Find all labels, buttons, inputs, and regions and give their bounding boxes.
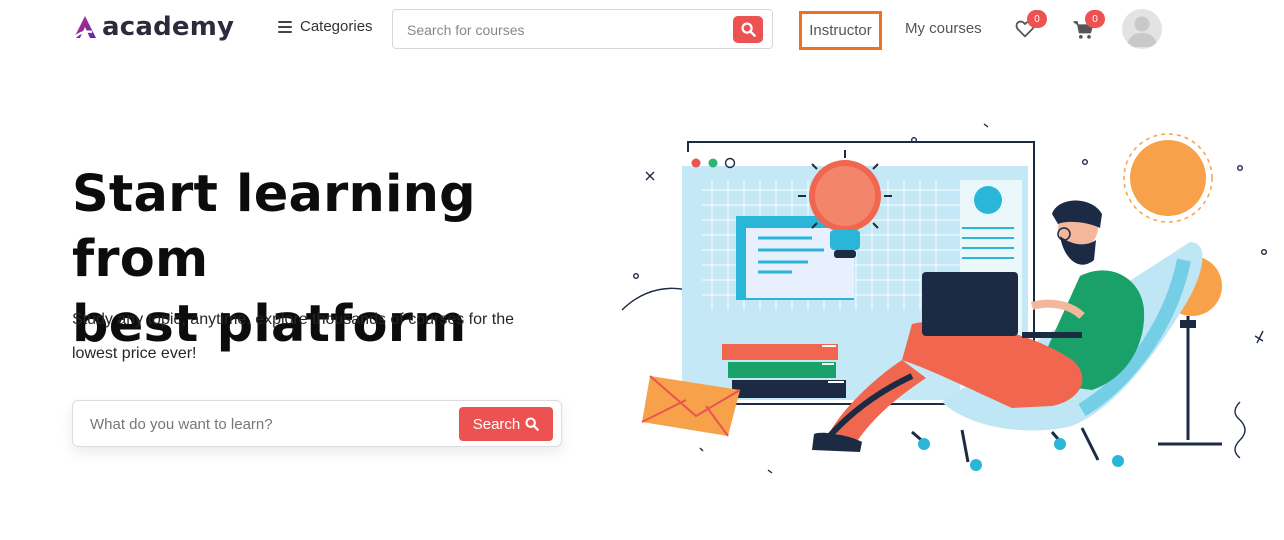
categories-label: Categories [300,18,373,35]
logo-text: academy [102,12,235,42]
wishlist-count-badge: 0 [1027,10,1047,28]
nav-my-courses-link[interactable]: My courses [905,20,982,37]
header-search-button[interactable] [733,16,763,43]
header-search-input[interactable] [407,20,727,40]
avatar-icon [1127,16,1157,47]
hero-subtitle: Study any topic, anytime. explore thousa… [72,311,515,362]
hero-title-line1: Start learning from [72,165,476,289]
logo-icon [73,16,96,39]
search-icon [740,22,756,37]
hero-search-button[interactable]: Search [459,407,553,441]
user-avatar-button[interactable] [1122,9,1162,49]
nav-instructor-link[interactable]: Instructor [799,11,882,50]
top-navbar: academy Categories Instructor My courses… [0,0,1284,60]
cart-count-badge: 0 [1085,10,1105,28]
search-icon [525,417,540,431]
header-search-box [392,9,773,49]
hamburger-icon [278,20,292,33]
hero-search-input[interactable] [90,414,440,434]
logo[interactable]: academy [72,12,234,42]
hero-illustration [621,123,1268,474]
categories-menu-button[interactable]: Categories [278,18,373,35]
hero-search-button-label: Search [472,415,521,433]
books-graphic [722,344,846,398]
hero-search-box: Search [72,400,562,447]
